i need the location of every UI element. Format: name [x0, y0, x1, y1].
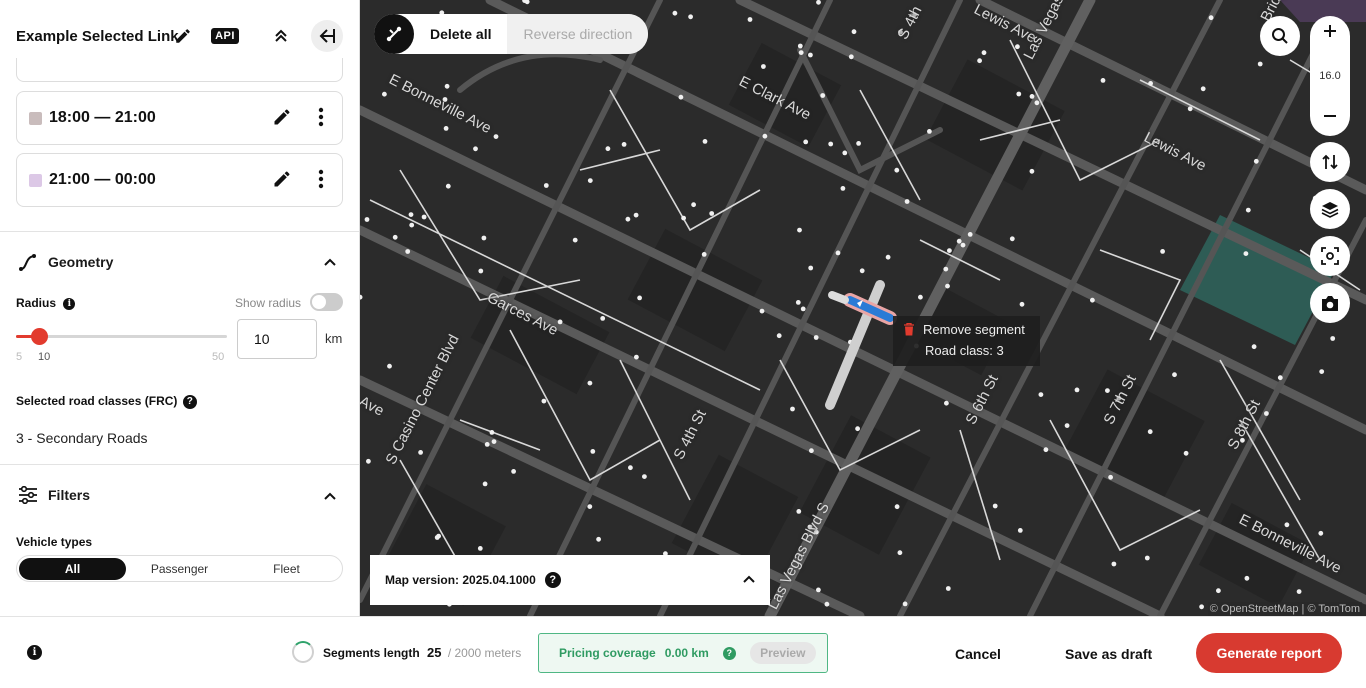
- progress-spinner-icon: [292, 641, 314, 663]
- geometry-icon: [18, 252, 38, 277]
- color-swatch: [29, 111, 42, 125]
- collapse-all-icon[interactable]: [267, 22, 295, 50]
- vehicle-option-fleet[interactable]: Fleet: [233, 558, 340, 580]
- road-classes-value: 3 - Secondary Roads: [16, 430, 148, 446]
- time-range-label: 21:00 — 00:00: [49, 171, 156, 188]
- pricing-coverage-label: Pricing coverage: [559, 646, 656, 660]
- help-icon[interactable]: ?: [722, 646, 736, 660]
- focus-icon: [1321, 247, 1339, 265]
- vehicle-option-passenger[interactable]: Passenger: [126, 558, 233, 580]
- segments-length-value: 25: [427, 645, 442, 660]
- radius-label: Radius i: [16, 296, 76, 310]
- collapse-sidebar-button[interactable]: [311, 20, 343, 52]
- preview-button[interactable]: Preview: [749, 642, 816, 664]
- edit-icon[interactable]: [272, 107, 292, 132]
- segments-length-label: Segments length: [323, 646, 420, 660]
- time-range-card[interactable]: 18:00 — 21:00: [16, 91, 343, 145]
- pricing-coverage-value: 0.00 km: [664, 646, 709, 660]
- road-classes-label-text: Selected road classes (FRC): [16, 394, 178, 408]
- edit-icon[interactable]: [272, 169, 292, 194]
- color-swatch: [29, 173, 42, 187]
- zoom-level: 16.0: [1319, 70, 1341, 82]
- more-vertical-icon[interactable]: [318, 107, 324, 132]
- map-version-label: Map version: 2025.04.1000: [385, 573, 536, 587]
- trash-icon: [904, 323, 914, 336]
- road-class-label: Road class: 3: [925, 343, 1004, 358]
- info-icon[interactable]: i: [27, 645, 42, 660]
- time-range-card[interactable]: 21:00 — 00:00: [16, 153, 343, 207]
- swap-direction-button[interactable]: [1310, 142, 1350, 182]
- footer-bar: i Segments length 25 / 2000 meters Prici…: [0, 616, 1366, 688]
- edit-title-icon[interactable]: [169, 22, 197, 50]
- pricing-coverage-panel: Pricing coverage 0.00 km ? Preview: [538, 633, 828, 673]
- time-card-partial: [16, 58, 343, 82]
- camera-icon: [1322, 295, 1338, 311]
- vehicle-types-label: Vehicle types: [16, 535, 93, 549]
- search-icon: [1272, 28, 1288, 44]
- arrow-left-bar-icon: [319, 29, 335, 43]
- show-radius-label: Show radius: [235, 296, 302, 310]
- focus-button[interactable]: [1310, 236, 1350, 276]
- cancel-button[interactable]: Cancel: [955, 635, 1001, 673]
- radius-label-text: Radius: [16, 296, 57, 310]
- slider-thumb[interactable]: [31, 328, 49, 345]
- remove-segment-label: Remove segment: [923, 322, 1025, 337]
- section-divider: [0, 464, 359, 465]
- swap-vertical-icon: [1322, 154, 1338, 170]
- api-badge-label: API: [211, 28, 239, 44]
- map-canvas[interactable]: E Bonneville Ave E Clark Ave Lewis Ave L…: [360, 0, 1366, 616]
- remove-segment-button[interactable]: Remove segment: [903, 322, 1030, 337]
- generate-report-button[interactable]: Generate report: [1196, 633, 1342, 673]
- delete-all-button[interactable]: Delete all: [414, 14, 507, 54]
- vehicle-type-selector[interactable]: All Passenger Fleet: [16, 555, 343, 582]
- zoom-control: 16.0: [1310, 16, 1350, 136]
- plus-icon: [1324, 25, 1336, 37]
- map-version-panel[interactable]: Map version: 2025.04.1000 ?: [370, 555, 770, 605]
- radius-input[interactable]: [237, 319, 317, 359]
- chevron-up-icon[interactable]: [323, 489, 337, 507]
- radius-unit: km: [325, 331, 343, 346]
- show-radius-toggle[interactable]: [310, 293, 343, 311]
- chevron-up-icon[interactable]: [323, 255, 337, 273]
- report-title: Example Selected Link: [16, 27, 179, 45]
- help-icon[interactable]: ?: [182, 394, 197, 409]
- info-icon[interactable]: i: [63, 297, 76, 310]
- draw-route-button[interactable]: [374, 14, 414, 54]
- filters-section-title[interactable]: Filters: [48, 487, 90, 503]
- zoom-out-button[interactable]: [1323, 109, 1337, 128]
- vehicle-option-all[interactable]: All: [19, 557, 126, 580]
- radius-slider[interactable]: [16, 328, 227, 345]
- section-divider: [0, 231, 359, 232]
- slider-max-label: 50: [212, 351, 225, 363]
- road-classes-label: Selected road classes (FRC) ?: [16, 394, 197, 409]
- time-range-label: 18:00 — 21:00: [49, 109, 156, 126]
- layers-button[interactable]: [1310, 189, 1350, 229]
- more-vertical-icon[interactable]: [318, 169, 324, 194]
- minus-icon: [1324, 115, 1336, 117]
- segment-popup: Remove segment Road class: 3: [893, 316, 1040, 366]
- map-search-button[interactable]: [1260, 16, 1300, 56]
- geometry-section-title[interactable]: Geometry: [48, 254, 113, 270]
- filters-icon: [18, 485, 38, 509]
- slider-min-label: 5: [16, 351, 23, 363]
- api-icon[interactable]: API: [211, 22, 239, 50]
- reverse-direction-button[interactable]: Reverse direction: [507, 14, 649, 54]
- save-draft-button[interactable]: Save as draft: [1065, 635, 1152, 673]
- help-icon[interactable]: ?: [544, 572, 561, 588]
- route-draw-icon: [386, 26, 402, 42]
- chevron-up-icon[interactable]: [742, 573, 756, 588]
- map-toolbar: Delete all Reverse direction: [374, 14, 649, 54]
- screenshot-button[interactable]: [1310, 283, 1350, 323]
- map-attribution[interactable]: © OpenStreetMap | © TomTom: [1207, 602, 1362, 616]
- slider-value-label: 10: [38, 351, 51, 363]
- sidebar: Example Selected Link API 18:00 — 21:00 …: [0, 0, 360, 616]
- zoom-in-button[interactable]: [1323, 24, 1337, 43]
- segments-length: Segments length 25 / 2000 meters: [323, 645, 521, 660]
- segments-length-total: / 2000 meters: [447, 646, 522, 660]
- layers-icon: [1321, 202, 1339, 218]
